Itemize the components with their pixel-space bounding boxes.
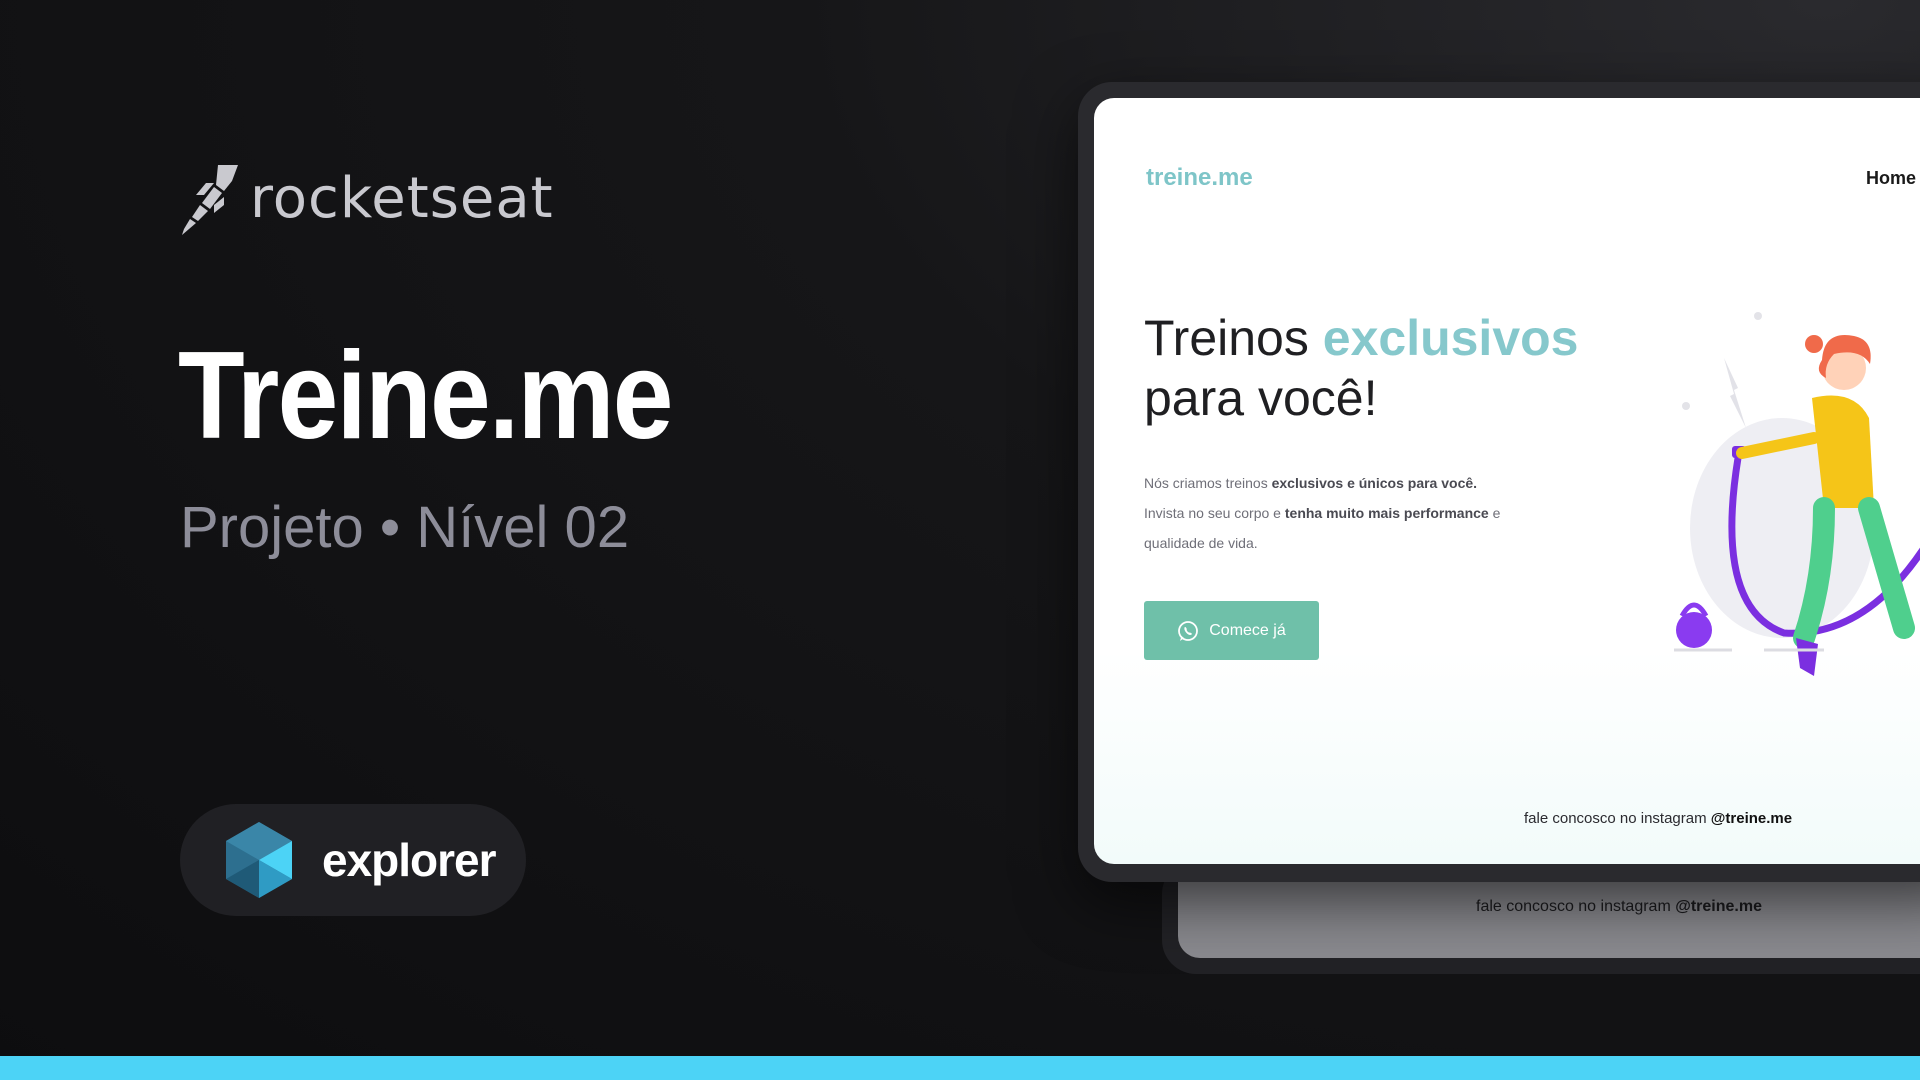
site-logo[interactable]: treine.me	[1146, 164, 1253, 192]
brand-name: rocketseat	[250, 166, 554, 231]
nav-home-link[interactable]: Home	[1866, 168, 1916, 189]
desc-bold2: tenha muito mais performance	[1284, 505, 1489, 521]
hero-title: Treinos exclusivos para você!	[1144, 308, 1578, 428]
hero-title-plain: Treinos	[1144, 310, 1323, 366]
hero-illustration	[1674, 312, 1920, 676]
site-screen: treine.me Home Treinos exclusivos para v…	[1094, 98, 1920, 864]
explorer-label: explorer	[322, 834, 497, 886]
instagram-handle[interactable]: @treine.me	[1711, 810, 1792, 827]
back-site-footer: fale concosco no instagram @treine.me	[1476, 898, 1762, 916]
explorer-icon	[226, 822, 292, 898]
site-footer: fale concosco no instagram @treine.me	[1524, 810, 1792, 827]
desc-part1: Nós criamos treinos	[1144, 475, 1272, 491]
whatsapp-icon	[1178, 620, 1199, 641]
rocket-icon	[182, 165, 238, 235]
footer-text: fale concosco no instagram	[1524, 810, 1711, 827]
desc-part2: Invista no seu corpo e	[1144, 505, 1285, 521]
start-now-button[interactable]: Comece já	[1144, 601, 1319, 660]
back-footer-handle: @treine.me	[1675, 898, 1762, 915]
back-footer-text: fale concosco no instagram	[1476, 898, 1676, 915]
project-subtitle: Projeto • Nível 02	[180, 495, 630, 560]
desc-bold1: exclusivos e únicos para você.	[1271, 475, 1478, 491]
hero-description: Nós criamos treinos exclusivos e únicos …	[1144, 468, 1544, 558]
banner: rocketseat Treine.me Projeto • Nível 02 …	[0, 0, 1920, 1080]
project-title: Treine.me	[178, 327, 673, 465]
rocketseat-logo: rocketseat	[180, 163, 554, 235]
hero-title-accent: exclusivos	[1322, 310, 1579, 366]
accent-bar	[0, 1056, 1920, 1080]
explorer-badge: explorer	[180, 804, 526, 916]
front-device-frame: treine.me Home Treinos exclusivos para v…	[1078, 82, 1920, 882]
hero-title-line2: para você!	[1144, 370, 1378, 426]
start-now-label: Comece já	[1209, 621, 1286, 639]
